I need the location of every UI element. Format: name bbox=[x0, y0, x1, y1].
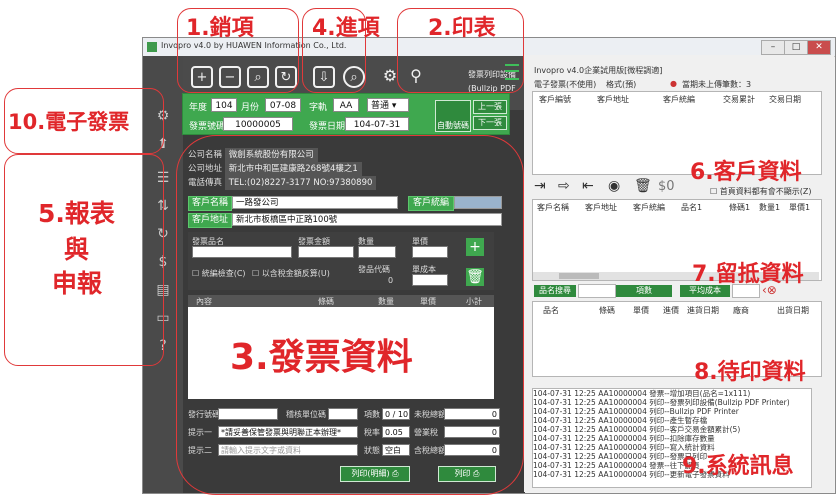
log-line: 104-07-31 12:25 AA10000004 列印--產生暫存檔 bbox=[533, 416, 708, 425]
c-col-2: 客戶地址 bbox=[597, 95, 629, 104]
track-field[interactable]: AA bbox=[333, 98, 359, 112]
track-label: 字軌 bbox=[309, 103, 328, 113]
track-type-value: 普通 bbox=[371, 101, 390, 111]
c-col-5: 交易日期 bbox=[769, 95, 801, 104]
invoice-number-bar: 年度 104 月份 07-08 字軌 AA 普通 ▾ 發票號碼 10000005… bbox=[182, 93, 510, 135]
warning-icon: ● bbox=[670, 79, 677, 88]
r-col-2: 客戶地址 bbox=[585, 203, 617, 212]
year-field[interactable]: 104 bbox=[211, 98, 237, 112]
count-button[interactable]: 項數 bbox=[616, 285, 672, 297]
annotation-pending: 8.待印資料 bbox=[694, 360, 806, 385]
annotation-invoice-data: 3.發票資料 bbox=[230, 337, 413, 378]
month-field[interactable]: 07-08 bbox=[265, 98, 301, 112]
minimize-button[interactable]: – bbox=[761, 40, 785, 55]
invoice-date-field[interactable]: 104-07-31 bbox=[345, 117, 409, 131]
annotation-customer: 6.客戶資料 bbox=[690, 160, 802, 185]
invoice-date-label: 發票日期 bbox=[309, 122, 346, 132]
log-line: 104-07-31 12:25 AA10000004 列印--發票列印設備(Bu… bbox=[533, 398, 790, 407]
log-line: 104-07-31 12:25 AA10000004 列印--扣除庫存數量 bbox=[533, 434, 715, 443]
c-col-3: 客戶統編 bbox=[663, 95, 695, 104]
scrollbar-thumb[interactable] bbox=[559, 273, 599, 279]
r-col-6: 數量1 bbox=[759, 203, 781, 212]
einvoice-status: 電子發票(不使用) bbox=[534, 80, 597, 89]
r-col-1: 客戶名稱 bbox=[537, 203, 569, 212]
annotation-retained: 7.留抵資料 bbox=[692, 262, 804, 287]
year-label: 年度 bbox=[189, 103, 208, 113]
annotation-print: 2.印表 bbox=[428, 16, 496, 41]
trash-icon[interactable]: 🗑 bbox=[634, 178, 652, 194]
p-col-5: 進貨日期 bbox=[687, 306, 719, 315]
hide-checkbox[interactable]: ☐ 首頁資料都有會不顯示(Z) bbox=[710, 186, 811, 197]
c-col-1: 客戶編號 bbox=[539, 95, 571, 104]
export-icon[interactable]: ⇤ bbox=[582, 178, 594, 194]
annotation-and: 與 bbox=[64, 235, 90, 264]
r-col-4: 品名1 bbox=[681, 203, 703, 212]
r-col-3: 客戶統編 bbox=[633, 203, 665, 212]
login-icon[interactable]: ⇨ bbox=[558, 178, 570, 194]
next-invoice-button[interactable]: 下一張 bbox=[473, 116, 507, 130]
r-col-7: 單價1 bbox=[789, 203, 811, 212]
money-icon[interactable]: $0 bbox=[658, 179, 675, 194]
auto-number-label: 自動號碼 bbox=[437, 121, 469, 130]
p-col-6: 廠商 bbox=[733, 306, 749, 315]
annotation-reports: 5.報表 bbox=[38, 199, 115, 228]
p-col-7: 出貨日期 bbox=[777, 306, 809, 315]
annotation-filing: 申報 bbox=[52, 269, 103, 298]
annotation-system-msg: 9.系統訊息 bbox=[682, 454, 794, 479]
annotation-purchase: 4.進項 bbox=[312, 16, 380, 41]
auto-number-button[interactable]: 自動號碼 bbox=[435, 100, 471, 132]
month-label: 月份 bbox=[241, 103, 260, 113]
p-col-3: 單價 bbox=[633, 306, 649, 315]
p-col-1: 品名 bbox=[543, 306, 559, 315]
annotation-sales: 1.銷項 bbox=[186, 16, 254, 41]
search-box[interactable] bbox=[578, 284, 616, 298]
app-icon bbox=[147, 42, 157, 52]
view-icon[interactable]: ◉ bbox=[608, 178, 620, 194]
annotation-frame-invoice bbox=[176, 135, 524, 495]
p-col-2: 條碼 bbox=[599, 306, 615, 315]
r-col-5: 條碼1 bbox=[729, 203, 751, 212]
c-col-4: 交易累計 bbox=[723, 95, 755, 104]
log-line: 104-07-31 12:25 AA10000004 發票--增加項目(品名=1… bbox=[533, 389, 751, 398]
right-title: Invopro v4.0企業試用版[微程調適] bbox=[534, 66, 663, 75]
format-status: 格式(預) bbox=[606, 80, 637, 89]
import-customer-icon[interactable]: ⇥ bbox=[534, 178, 546, 194]
log-line: 104-07-31 12:25 AA10000004 列印--Bullzip P… bbox=[533, 407, 739, 416]
annotation-einvoice: 10.電子發票 bbox=[8, 110, 130, 134]
prev-invoice-button[interactable]: 上一張 bbox=[473, 100, 507, 114]
log-line: 104-07-31 12:25 AA10000004 列印--客戶交易金額累計(… bbox=[533, 425, 741, 434]
item-search-button[interactable]: 品名搜尋 bbox=[534, 285, 576, 297]
invoice-no-label: 發票號碼 bbox=[189, 122, 226, 132]
p-col-4: 進價 bbox=[663, 306, 679, 315]
upload-warning: 當期未上傳筆數：3 bbox=[682, 80, 752, 89]
track-type-select[interactable]: 普通 ▾ bbox=[367, 98, 409, 112]
maximize-button[interactable]: □ bbox=[784, 40, 808, 55]
hide-checkbox-label: 首頁資料都有會不顯示(Z) bbox=[719, 187, 812, 196]
close-button[interactable]: ✕ bbox=[807, 40, 831, 55]
invoice-no-field[interactable]: 10000005 bbox=[223, 117, 293, 131]
